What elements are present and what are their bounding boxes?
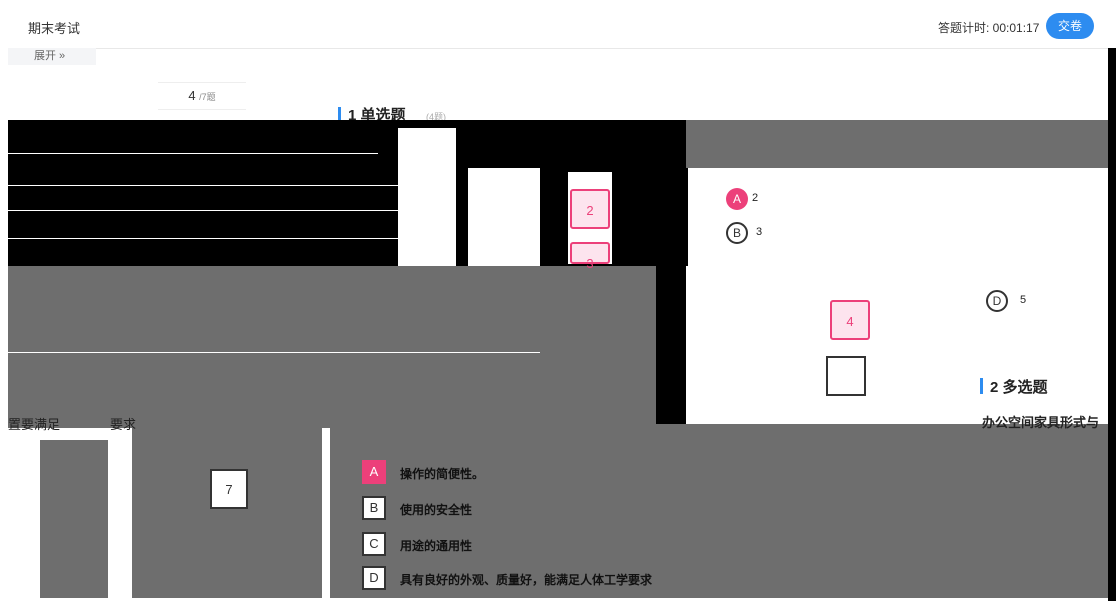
progress-current: 4 xyxy=(188,88,196,103)
answer-option-a[interactable]: A xyxy=(362,460,386,484)
answer-option-b[interactable]: B xyxy=(362,496,386,520)
question-text-fragment: 办公空间家具形式与 xyxy=(982,415,1100,430)
glitch-gray-band xyxy=(40,440,108,598)
question-number[interactable]: 3 xyxy=(570,242,610,271)
answer-timer: 答题计时: 00:01:17 xyxy=(938,21,1040,35)
submit-button[interactable]: 交卷 xyxy=(1046,13,1094,39)
section-marker xyxy=(980,378,983,394)
section-title-multi: 2 多选题 xyxy=(990,379,1048,396)
answer-option-d[interactable]: D xyxy=(362,566,386,590)
question-text-fragment: 置要满足 xyxy=(8,417,61,432)
glitch-gray-band xyxy=(132,428,322,598)
glitch-rule xyxy=(8,185,398,186)
glitch-white-patch xyxy=(398,128,456,266)
progress-count: 4 /7题 xyxy=(158,82,246,110)
option-a-icon[interactable]: A xyxy=(726,188,748,210)
option-d-label: 5 xyxy=(1020,294,1027,306)
glitch-white-patch xyxy=(688,168,1108,256)
option-d-icon[interactable]: D xyxy=(986,290,1008,312)
question-number[interactable]: 7 xyxy=(210,469,248,509)
answer-text-a: 操作的简便性。 xyxy=(400,467,485,481)
glitch-white-patch xyxy=(108,428,132,598)
answer-text-d: 具有良好的外观、质量好，能满足人体工学要求 xyxy=(400,573,653,587)
section-marker xyxy=(338,107,341,120)
glitch-rule xyxy=(8,238,398,239)
glitch-white-patch xyxy=(944,262,1108,424)
exam-title: 期末考试 xyxy=(28,21,81,36)
question-number[interactable]: 2 xyxy=(570,189,610,229)
question-text-fragment: 要求 xyxy=(110,417,137,432)
glitch-gray-band xyxy=(686,120,1116,168)
answer-option-c[interactable]: C xyxy=(362,532,386,556)
answer-text-b: 使用的安全性 xyxy=(400,503,473,517)
option-b-label: 3 xyxy=(756,226,763,238)
glitch-white-patch xyxy=(8,440,40,598)
glitch-column xyxy=(656,168,686,424)
glitch-white-patch xyxy=(820,262,944,424)
glitch-rule xyxy=(8,153,378,154)
right-edge xyxy=(1108,48,1116,601)
answer-text-c: 用途的通用性 xyxy=(400,539,473,553)
question-number[interactable]: 4 xyxy=(830,300,870,340)
progress-total: /7题 xyxy=(199,92,216,102)
option-b-icon[interactable]: B xyxy=(726,222,748,244)
expand-button[interactable]: 展开 » xyxy=(8,48,96,65)
question-number-blank[interactable] xyxy=(826,356,866,396)
option-a-label: 2 xyxy=(752,192,759,204)
glitch-rule xyxy=(8,210,398,211)
glitch-band-2 xyxy=(8,168,398,266)
